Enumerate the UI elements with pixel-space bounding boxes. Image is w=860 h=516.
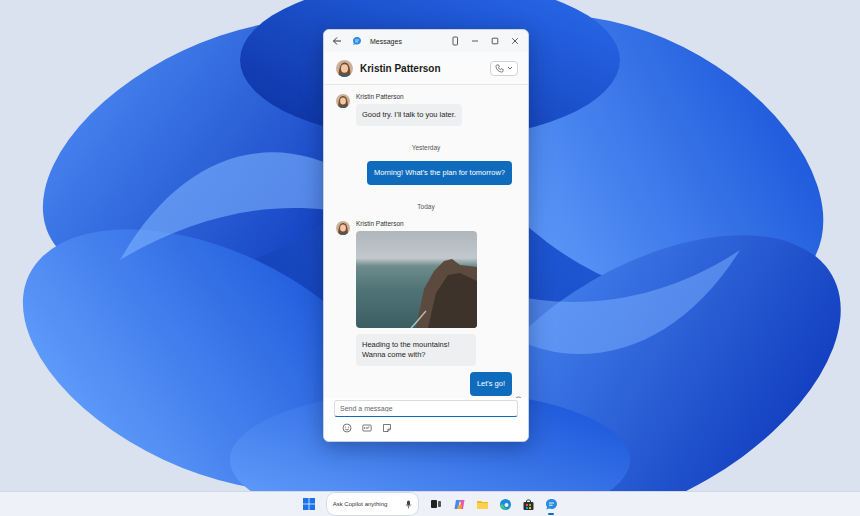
phone-icon [495,64,504,73]
sender-avatar-icon[interactable] [336,221,350,235]
contact-avatar-icon[interactable] [336,60,353,77]
copilot-icon-svg [453,498,466,511]
windows-start-icon[interactable] [301,496,317,512]
edge-icon[interactable] [497,496,513,512]
messages-app-icon-svg [352,36,362,46]
window-title: Messages [370,38,442,45]
phone-device-icon[interactable] [448,34,462,48]
maximize-icon[interactable] [488,34,502,48]
call-button[interactable] [490,61,518,76]
sender-name: Kristin Patterson [356,93,462,100]
message-bubble: Heading to the mountains! Wanna come wit… [356,334,476,366]
contact-name: Kristin Patterson [360,63,483,74]
minimize-icon[interactable] [468,34,482,48]
windows-start-icon-svg [303,498,315,510]
photo-attachment[interactable] [356,231,477,328]
messages-taskbar-icon[interactable] [543,496,559,512]
copilot-icon[interactable] [451,496,467,512]
message-bubble: Morning! What's the plan for tomorrow? [367,161,512,185]
gif-icon-svg [362,423,372,433]
sender-avatar-icon[interactable] [336,94,350,108]
incoming-message-content: Kristin Patterson Good try. I'll talk to … [356,93,462,126]
taskbar-search[interactable]: Ask Copilot anything [326,492,420,516]
sent-status-icon-svg [515,396,522,398]
message-bubble: Good try. I'll talk to you later. [356,104,462,126]
emoji-icon[interactable] [342,423,352,433]
incoming-message: Kristin Patterson Good try. I'll talk to … [336,93,516,126]
file-explorer-icon-svg [476,498,489,511]
message-bubble: Let's go! [470,372,512,396]
back-arrow-icon[interactable] [330,34,344,48]
desktop: MessagesKristin PattersonKristin Patters… [0,0,860,491]
task-view-icon[interactable] [428,496,444,512]
incoming-message: Kristin Patterson Heading to the mountain… [336,220,516,366]
messages-taskbar-icon-svg [545,498,558,511]
file-explorer-icon[interactable] [474,496,490,512]
sticker-icon-svg [382,423,392,433]
search-placeholder[interactable]: Ask Copilot anything [333,501,402,507]
sticker-icon[interactable] [382,423,392,433]
phone-device-icon-svg [450,36,460,46]
store-icon-svg [522,498,535,511]
sender-avatar-icon-svg [336,221,350,235]
taskbar: Ask Copilot anything [0,491,860,516]
close-icon-svg [510,36,520,46]
store-icon[interactable] [520,496,536,512]
back-arrow-icon-svg [332,36,342,46]
message-thread: Kristin Patterson Good try. I'll talk to … [324,85,528,398]
incoming-message-content: Kristin Patterson Heading to the mountain… [356,220,477,366]
messages-window: MessagesKristin PattersonKristin Patters… [323,29,529,442]
sender-avatar-icon-svg [336,94,350,108]
emoji-icon-svg [342,423,352,433]
edge-icon-svg [499,498,512,511]
task-view-icon-svg [430,498,442,510]
sent-status-icon [515,389,522,396]
messages-app-icon [350,34,364,48]
sender-name: Kristin Patterson [356,220,477,227]
title-bar: Messages [324,30,528,52]
contact-avatar-icon-svg [336,60,353,77]
minimize-icon-svg [470,36,480,46]
date-separator: Yesterday [336,144,516,151]
chevron-down-icon [507,65,513,71]
contact-header: Kristin Patterson [324,52,528,85]
composer-toolbar [324,417,528,441]
gif-icon[interactable] [362,423,372,433]
maximize-icon-svg [490,36,500,46]
date-separator: Today [336,203,516,210]
outgoing-message: Morning! What's the plan for tomorrow? [336,161,522,185]
close-icon[interactable] [508,34,522,48]
microphone-icon[interactable] [405,495,412,513]
status-spacer [515,178,522,185]
outgoing-message: Let's go! [336,372,522,396]
message-input[interactable] [335,401,517,416]
microphone-icon-svg [405,500,412,509]
message-field[interactable] [334,400,518,417]
